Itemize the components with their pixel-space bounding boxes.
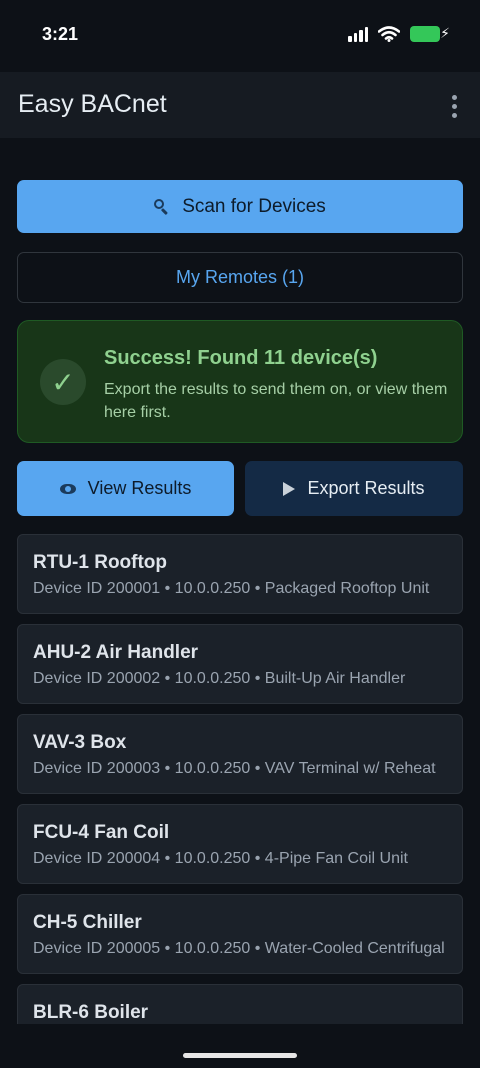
- my-remotes-button[interactable]: My Remotes (1): [17, 252, 463, 303]
- app-screen: 3:21 ⚡ Easy BACnet Scan for Devices My R…: [0, 0, 480, 1068]
- search-icon: [154, 198, 170, 215]
- status-time: 3:21: [42, 24, 79, 44]
- app-bar: Easy BACnet: [0, 72, 480, 138]
- device-card[interactable]: FCU-4 Fan Coil Device ID 200004 • 10.0.0…: [17, 804, 463, 884]
- status-icons: ⚡: [348, 25, 450, 42]
- device-details: Device ID 200004 • 10.0.0.250 • 4-Pipe F…: [33, 850, 408, 867]
- eye-icon: [59, 483, 76, 494]
- more-vertical-icon[interactable]: [442, 92, 466, 120]
- my-remotes-label: My Remotes (1): [175, 267, 305, 287]
- device-details: Device ID 200002 • 10.0.0.250 • Built-Up…: [33, 670, 406, 687]
- success-banner: ✓ Success! Found 11 device(s) Export the…: [17, 320, 463, 443]
- view-results-label: View Results: [87, 478, 192, 498]
- check-icon: ✓: [40, 359, 86, 405]
- wifi-icon: [378, 26, 400, 42]
- charging-bolt-icon: ⚡: [440, 25, 450, 41]
- bottom-safe-area: [0, 1024, 480, 1068]
- device-card[interactable]: BLR-6 Boiler: [17, 984, 463, 1024]
- success-title: Success! Found 11 device(s): [104, 347, 378, 369]
- device-card[interactable]: RTU-1 Rooftop Device ID 200001 • 10.0.0.…: [17, 534, 463, 614]
- cellular-signal-icon: [348, 26, 368, 42]
- device-name: AHU-2 Air Handler: [33, 642, 199, 663]
- scan-button-label: Scan for Devices: [182, 195, 326, 217]
- export-results-label: Export Results: [307, 478, 425, 498]
- device-details: Device ID 200001 • 10.0.0.250 • Packaged…: [33, 580, 430, 597]
- export-results-button[interactable]: Export Results: [245, 461, 463, 516]
- app-title: Easy BACnet: [18, 90, 167, 118]
- success-message: Export the results to send them on, or v…: [104, 381, 448, 421]
- scan-for-devices-button[interactable]: Scan for Devices: [17, 180, 463, 233]
- device-details: Device ID 200003 • 10.0.0.250 • VAV Term…: [33, 760, 436, 777]
- status-bar: 3:21 ⚡: [0, 0, 480, 72]
- device-details: Device ID 200005 • 10.0.0.250 • Water-Co…: [33, 940, 445, 957]
- device-list: RTU-1 Rooftop Device ID 200001 • 10.0.0.…: [17, 534, 463, 1024]
- device-name: CH-5 Chiller: [33, 912, 142, 933]
- send-arrow-icon: [283, 481, 296, 496]
- home-indicator[interactable]: [183, 1053, 297, 1058]
- battery-icon: ⚡: [410, 25, 450, 42]
- device-card[interactable]: AHU-2 Air Handler Device ID 200002 • 10.…: [17, 624, 463, 704]
- device-name: BLR-6 Boiler: [33, 1002, 149, 1023]
- device-name: VAV-3 Box: [33, 732, 127, 753]
- device-name: FCU-4 Fan Coil: [33, 822, 170, 843]
- device-name: RTU-1 Rooftop: [33, 552, 168, 573]
- view-results-button[interactable]: View Results: [17, 461, 234, 516]
- device-card[interactable]: VAV-3 Box Device ID 200003 • 10.0.0.250 …: [17, 714, 463, 794]
- device-card[interactable]: CH-5 Chiller Device ID 200005 • 10.0.0.2…: [17, 894, 463, 974]
